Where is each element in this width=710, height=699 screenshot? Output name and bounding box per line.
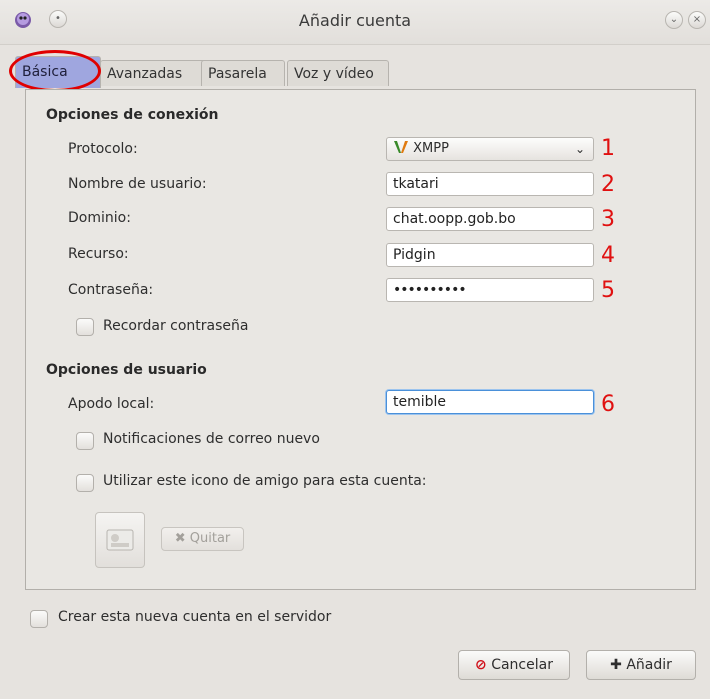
connection-options-heading: Opciones de conexión (46, 107, 219, 123)
user-options-heading: Opciones de usuario (46, 362, 207, 378)
buddy-icon-button[interactable] (95, 512, 145, 568)
image-placeholder-icon (106, 529, 134, 551)
create-on-server-checkbox[interactable] (30, 610, 48, 628)
remember-password-label[interactable]: Recordar contraseña (103, 318, 248, 334)
close-button[interactable]: × (688, 11, 706, 29)
protocol-value: XMPP (413, 141, 449, 156)
add-button[interactable]: ✚ Añadir (586, 650, 696, 680)
local-alias-input[interactable]: temible (386, 390, 594, 414)
remove-label: Quitar (189, 531, 231, 546)
password-label: Contraseña: (68, 282, 154, 298)
password-input[interactable]: •••••••••• (386, 278, 594, 302)
buddy-icon-checkbox[interactable] (76, 474, 94, 492)
protocol-label: Protocolo: (68, 141, 138, 157)
remove-icon-button[interactable]: ✖ Quitar (161, 527, 244, 551)
cancel-button[interactable]: ⊘ Cancelar (458, 650, 570, 680)
local-alias-label: Apodo local: (68, 396, 155, 412)
active-tab-highlight-ring (9, 50, 101, 92)
add-label: Añadir (626, 657, 672, 673)
resource-input[interactable]: Pidgin (386, 243, 594, 267)
title-bar: • Añadir cuenta ⌄ × (0, 0, 710, 45)
tab-pasarela[interactable]: Pasarela (201, 60, 285, 86)
tab-avanzadas[interactable]: Avanzadas (100, 60, 208, 86)
cancel-icon: ⊘ (475, 657, 487, 673)
username-label: Nombre de usuario: (68, 176, 207, 192)
create-on-server-label[interactable]: Crear esta nueva cuenta en el servidor (58, 609, 331, 625)
annotation-4: 4 (601, 243, 615, 268)
new-mail-notification-checkbox[interactable] (76, 432, 94, 450)
new-mail-notification-label[interactable]: Notificaciones de correo nuevo (103, 431, 320, 447)
annotation-2: 2 (601, 172, 615, 197)
cancel-label: Cancelar (491, 657, 553, 673)
xmpp-icon (394, 141, 408, 153)
username-input[interactable]: tkatari (386, 172, 594, 196)
resource-label: Recurso: (68, 246, 129, 262)
chevron-down-icon: ⌄ (574, 142, 585, 156)
remove-x-icon: ✖ (174, 531, 186, 546)
domain-input[interactable]: chat.oopp.gob.bo (386, 207, 594, 231)
annotation-6: 6 (601, 392, 615, 417)
annotation-3: 3 (601, 207, 615, 232)
window-title: Añadir cuenta (298, 11, 412, 30)
remember-password-checkbox[interactable] (76, 318, 94, 336)
plus-icon: ✚ (610, 657, 622, 673)
buddy-icon-label[interactable]: Utilizar este icono de amigo para esta c… (103, 473, 427, 489)
annotation-1: 1 (601, 136, 615, 161)
protocol-select[interactable]: XMPP ⌄ (386, 137, 594, 161)
tab-voz-y-video[interactable]: Voz y vídeo (287, 60, 389, 86)
domain-label: Dominio: (68, 210, 131, 226)
annotation-5: 5 (601, 278, 615, 303)
minimize-button[interactable]: ⌄ (665, 11, 683, 29)
